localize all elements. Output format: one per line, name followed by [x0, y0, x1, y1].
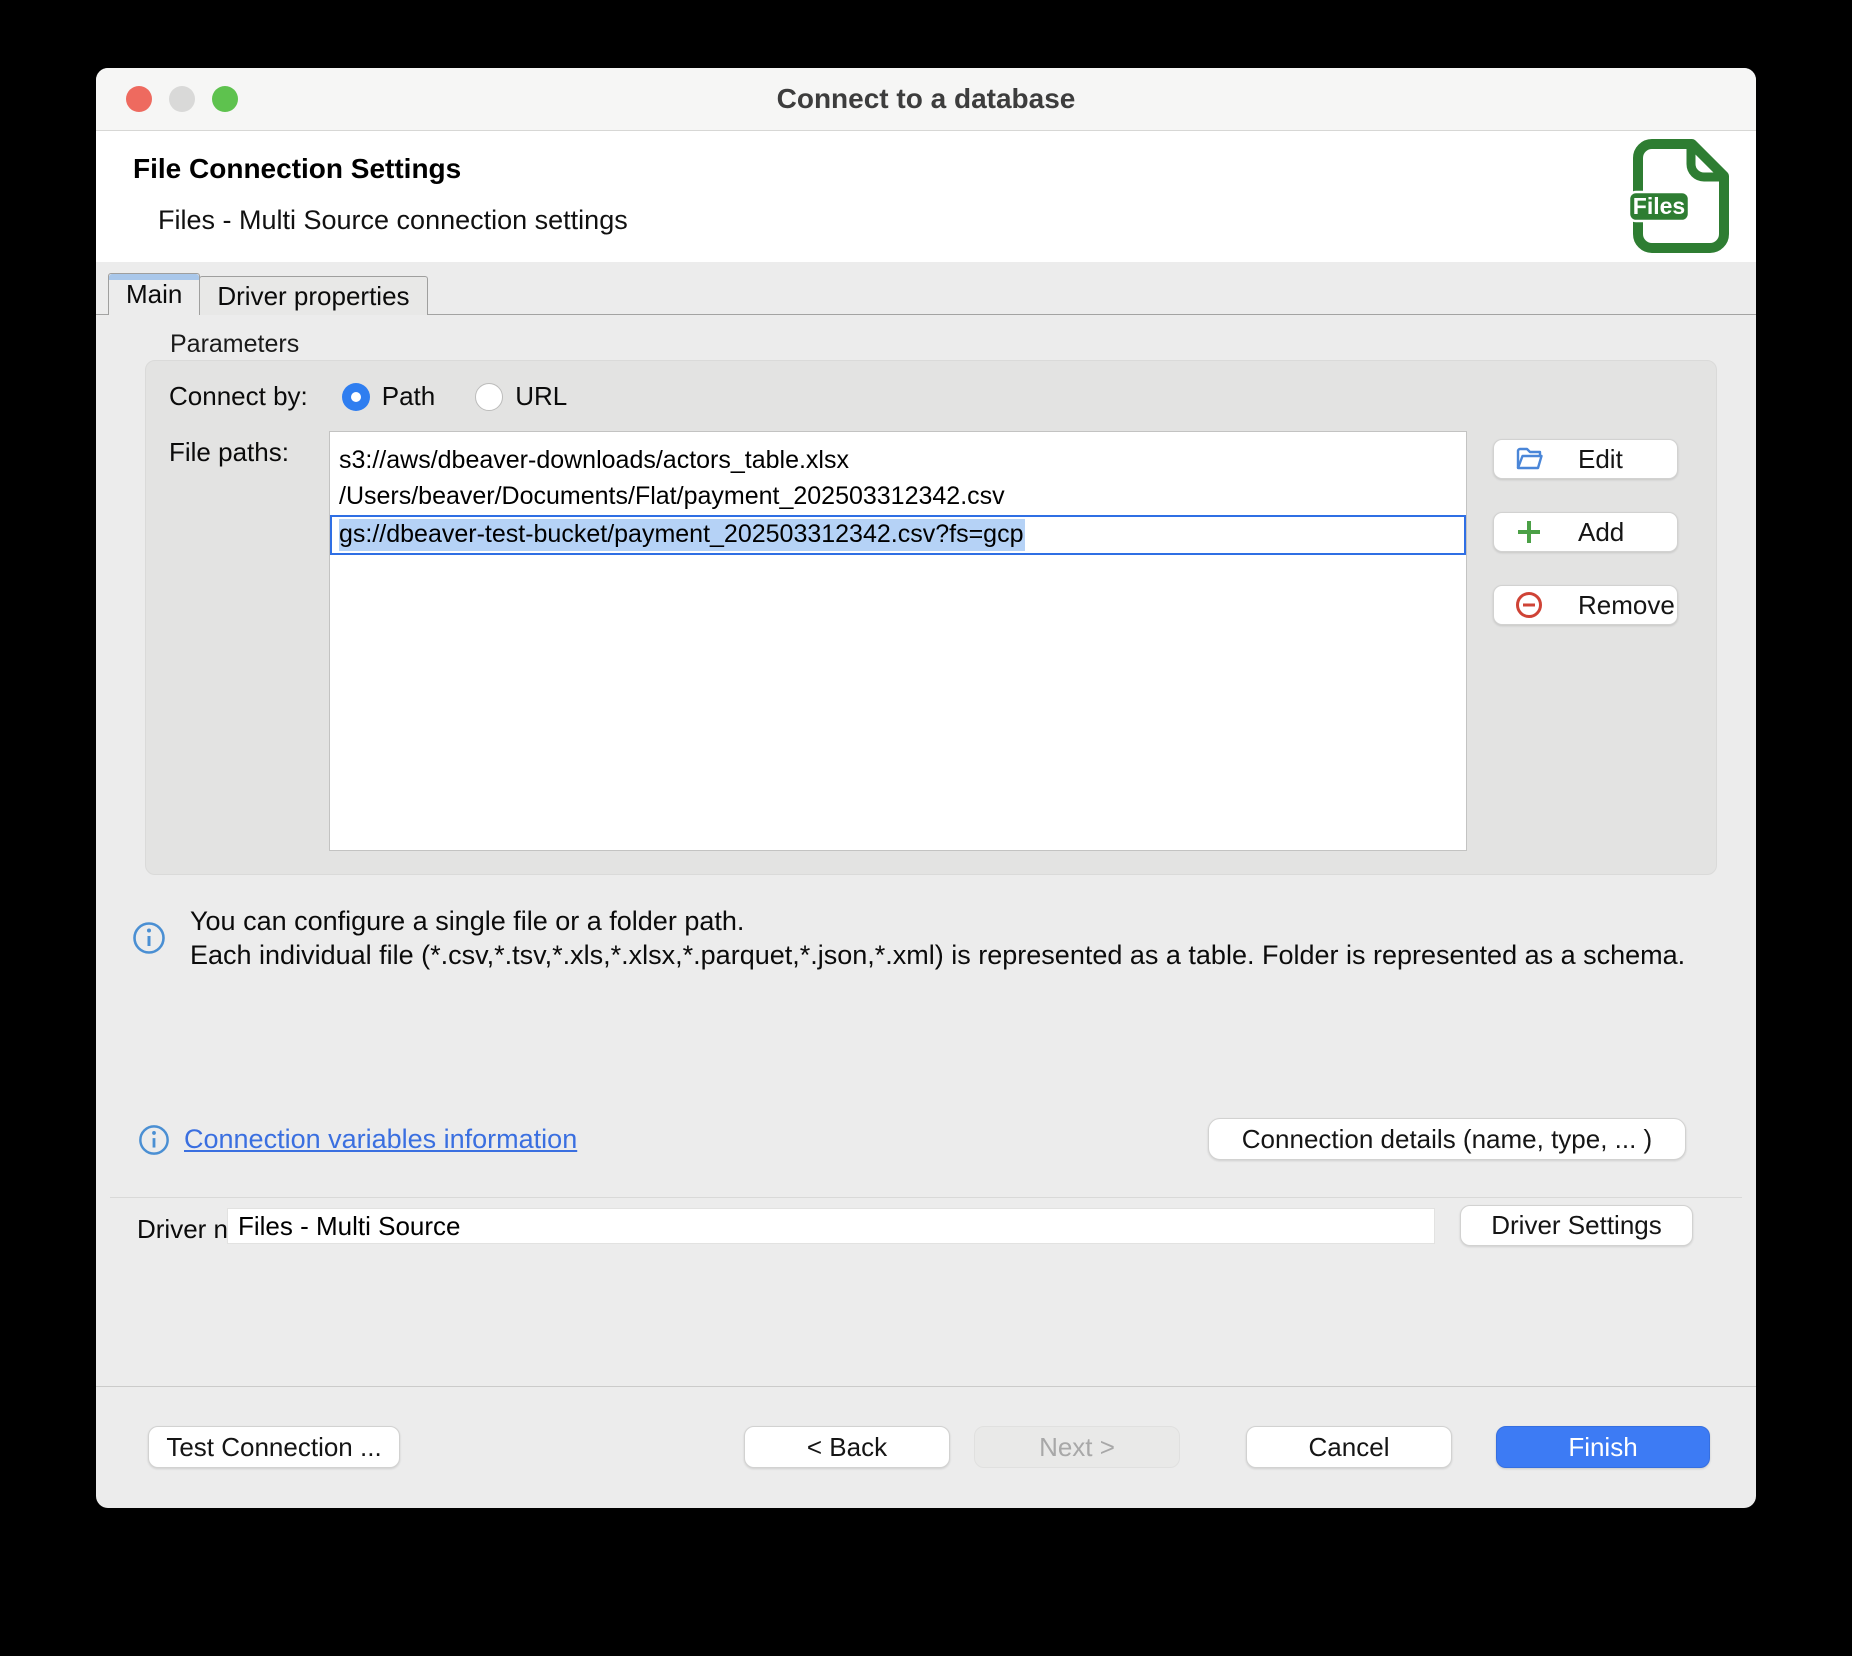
radio-option-url[interactable]: URL [475, 381, 567, 412]
connect-database-dialog: Connect to a database File Connection Se… [96, 68, 1756, 1508]
file-path-row[interactable]: /Users/beaver/Documents/Flat/payment_202… [330, 478, 1466, 514]
next-button: Next > [974, 1426, 1180, 1468]
radio-option-path[interactable]: Path [342, 381, 436, 412]
info-line-1: You can configure a single file or a fol… [190, 904, 1685, 938]
radio-url-label: URL [515, 381, 567, 412]
minimize-button[interactable] [169, 86, 195, 112]
zoom-button[interactable] [212, 86, 238, 112]
add-button[interactable]: Add [1493, 512, 1678, 552]
driver-name-field[interactable]: Files - Multi Source [227, 1208, 1435, 1244]
plus-icon [1514, 517, 1544, 547]
open-folder-icon [1514, 444, 1544, 474]
remove-button[interactable]: Remove [1493, 585, 1678, 625]
page-subtitle: Files - Multi Source connection settings [158, 205, 628, 236]
tab-bar: Main Driver properties [96, 262, 1756, 315]
driver-settings-button[interactable]: Driver Settings [1460, 1205, 1693, 1246]
parameters-group: Connect by: Path URL File paths: s3://aw… [145, 360, 1717, 875]
minus-circle-icon [1514, 590, 1544, 620]
files-driver-icon: Files [1628, 137, 1730, 257]
connection-variables-link[interactable]: Connection variables information [184, 1124, 577, 1155]
edit-button-label: Edit [1578, 444, 1623, 475]
radio-path-selected-icon[interactable] [342, 383, 370, 411]
connect-by-row: Connect by: Path URL [169, 381, 607, 412]
tab-driver-properties[interactable]: Driver properties [199, 276, 427, 315]
footer-divider [96, 1386, 1756, 1387]
files-icon-label: Files [1633, 193, 1685, 219]
close-button[interactable] [126, 86, 152, 112]
title-bar: Connect to a database [96, 68, 1756, 131]
remove-button-label: Remove [1578, 590, 1675, 621]
traffic-lights [126, 86, 238, 112]
finish-button[interactable]: Finish [1496, 1426, 1710, 1468]
window-title: Connect to a database [777, 83, 1076, 115]
test-connection-button[interactable]: Test Connection ... [148, 1426, 400, 1468]
tab-main-label: Main [126, 279, 182, 310]
file-path-selected-text: gs://dbeaver-test-bucket/payment_2025033… [339, 519, 1025, 551]
file-paths-label: File paths: [169, 437, 289, 468]
info-note: You can configure a single file or a fol… [132, 904, 1685, 972]
back-button[interactable]: < Back [744, 1426, 950, 1468]
info-line-2: Each individual file (*.csv,*.tsv,*.xls,… [190, 938, 1685, 972]
tab-main[interactable]: Main [108, 273, 200, 315]
parameters-group-label: Parameters [170, 330, 299, 359]
info-icon [132, 921, 166, 955]
radio-url-icon[interactable] [475, 383, 503, 411]
file-path-edit-input[interactable]: gs://dbeaver-test-bucket/payment_2025033… [330, 515, 1466, 555]
connection-details-button[interactable]: Connection details (name, type, ... ) [1208, 1118, 1686, 1160]
file-paths-list[interactable]: s3://aws/dbeaver-downloads/actors_table.… [329, 431, 1467, 851]
add-button-label: Add [1578, 517, 1624, 548]
connect-by-label: Connect by: [169, 381, 308, 412]
wizard-header: File Connection Settings Files - Multi S… [96, 131, 1756, 262]
page-title: File Connection Settings [133, 153, 461, 185]
info-icon [138, 1124, 170, 1156]
radio-path-label: Path [382, 381, 436, 412]
edit-button[interactable]: Edit [1493, 439, 1678, 479]
file-path-row[interactable]: s3://aws/dbeaver-downloads/actors_table.… [330, 442, 1466, 478]
cancel-button[interactable]: Cancel [1246, 1426, 1452, 1468]
separator [110, 1197, 1742, 1198]
tab-driver-properties-label: Driver properties [217, 281, 409, 312]
path-list-actions: Edit Add Remove [1493, 439, 1678, 658]
